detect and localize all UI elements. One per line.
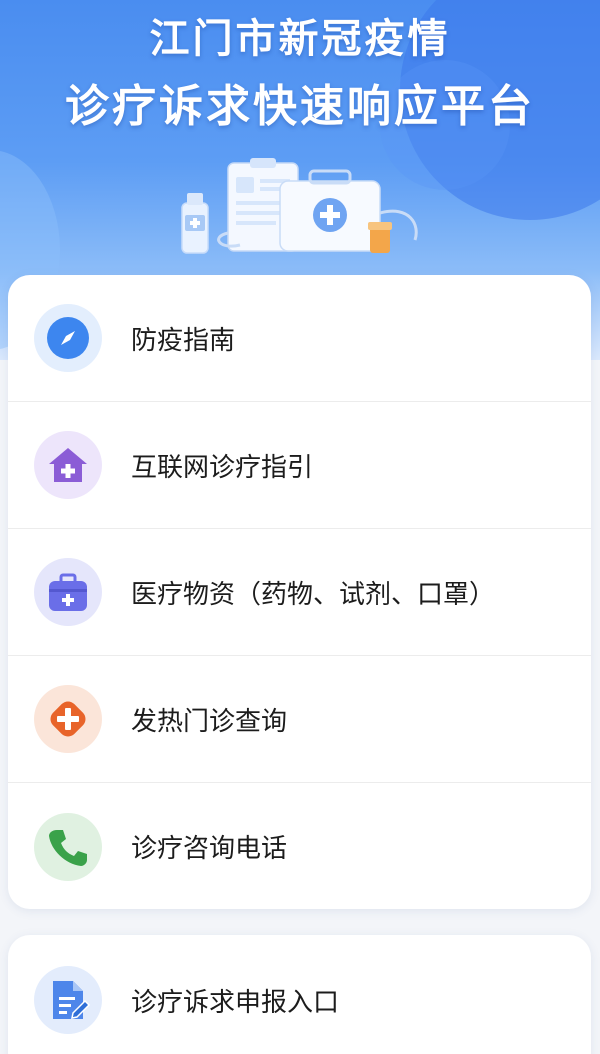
- report-entry-card: 诊疗诉求申报入口: [8, 935, 591, 1054]
- menu-item-label: 诊疗咨询电话: [131, 834, 288, 864]
- menu-item-label: 医疗物资（药物、试剂、口罩）: [131, 579, 496, 610]
- home-plus-icon: [34, 431, 102, 499]
- menu-item-fever-clinic[interactable]: 发热门诊查询: [8, 656, 591, 783]
- medical-illustration: [181, 158, 418, 254]
- phone-icon: [34, 812, 102, 881]
- medkit-icon: [34, 558, 102, 626]
- document-edit-icon: [34, 966, 102, 1034]
- page-title: 江门市新冠疫情: [149, 16, 451, 62]
- menu-item-consult-phone[interactable]: 诊疗咨询电话: [8, 783, 591, 909]
- menu-item-label: 发热门诊查询: [131, 706, 288, 737]
- menu-item-label: 互联网诊疗指引: [131, 452, 314, 483]
- menu-item-report-entry[interactable]: 诊疗诉求申报入口: [8, 935, 591, 1054]
- page-subtitle: 诊疗诉求快速响应平台: [65, 81, 535, 132]
- menu-item-medical-supplies[interactable]: 医疗物资（药物、试剂、口罩）: [8, 529, 591, 656]
- service-menu-card: 防疫指南 互联网诊疗指引 医疗物资（药物、试剂、口罩） 发热门诊查询 诊疗咨询电…: [8, 275, 591, 909]
- compass-icon: [34, 304, 102, 372]
- plus-badge-icon: [34, 685, 102, 753]
- menu-item-label: 诊疗诉求申报入口: [131, 987, 340, 1018]
- menu-item-label: 防疫指南: [131, 325, 236, 356]
- menu-item-guide[interactable]: 防疫指南: [8, 275, 591, 402]
- menu-item-online-diagnosis[interactable]: 互联网诊疗指引: [8, 402, 591, 529]
